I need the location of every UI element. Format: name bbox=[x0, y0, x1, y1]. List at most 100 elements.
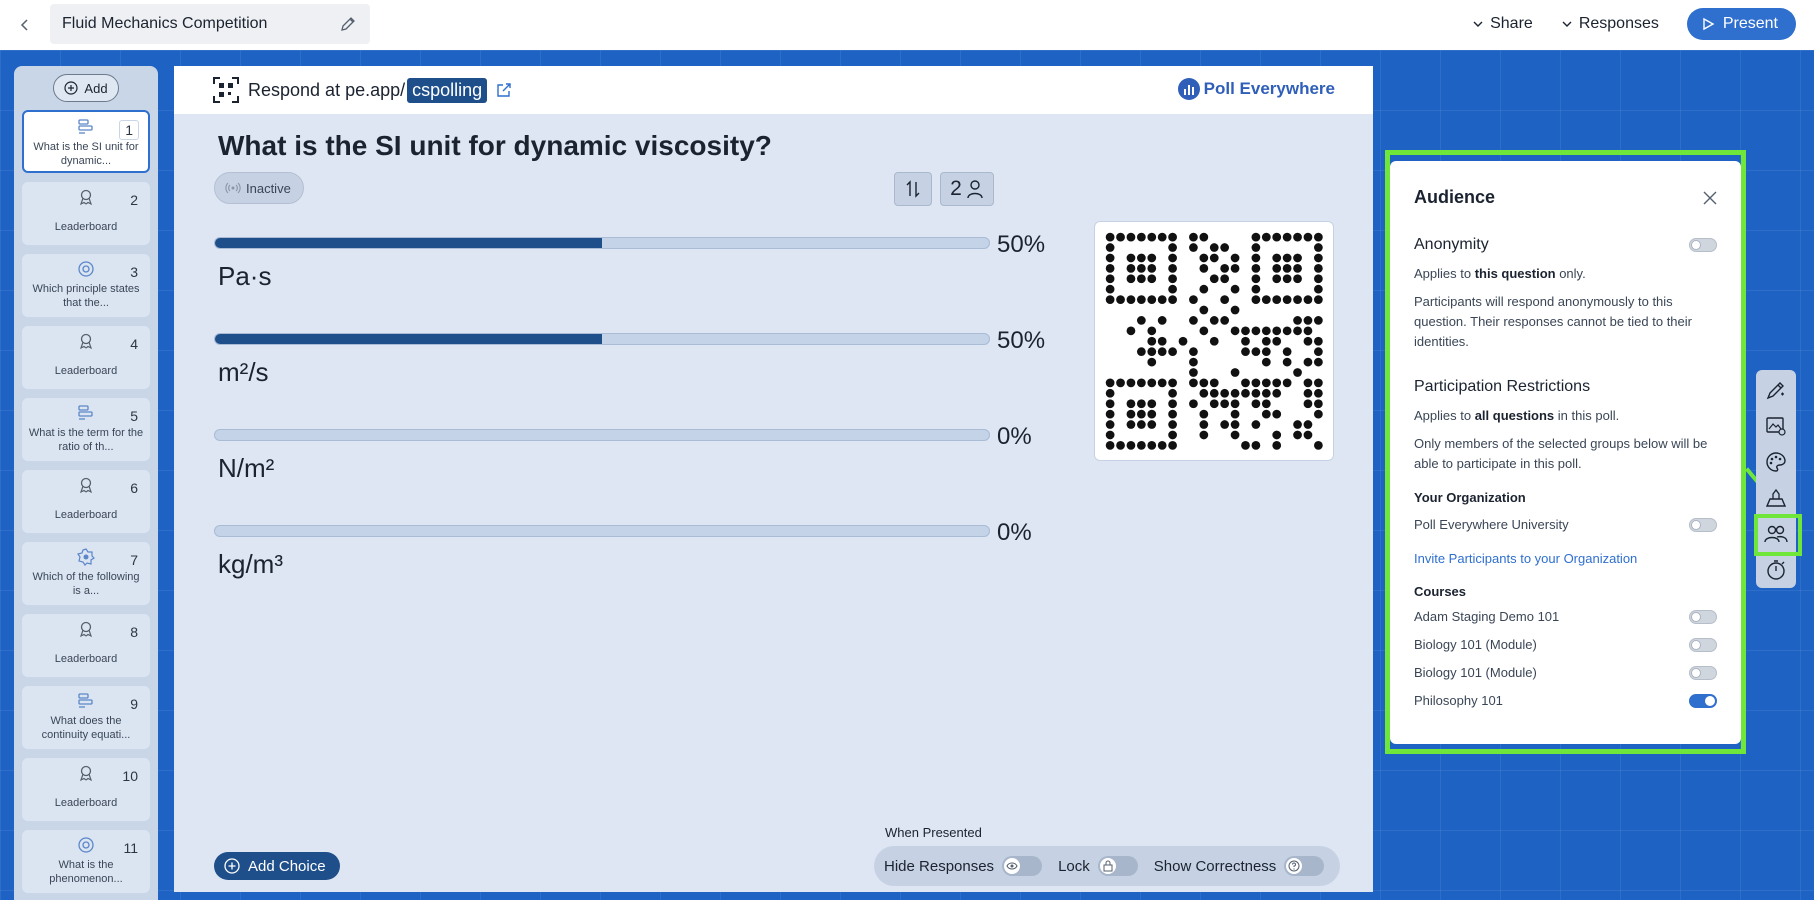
slide-thumbnail-4[interactable]: 4 Leaderboard bbox=[22, 326, 150, 389]
anonymity-title: Anonymity bbox=[1414, 236, 1489, 253]
slide-thumbnail-11[interactable]: 11 What is the phenomenon... bbox=[22, 830, 150, 893]
status-badge[interactable]: Inactive bbox=[214, 172, 304, 204]
restrictions-scope: Applies to all questions in this poll. bbox=[1414, 408, 1620, 423]
choice-row[interactable]: 0% kg/m³ bbox=[214, 519, 1064, 599]
course-row: Adam Staging Demo 101 bbox=[1414, 607, 1717, 627]
add-choice-button[interactable]: Add Choice bbox=[214, 852, 340, 880]
visual-settings-button[interactable] bbox=[1764, 414, 1788, 438]
badge-icon bbox=[77, 548, 95, 566]
sort-arrows-icon bbox=[906, 180, 920, 198]
question-title[interactable]: What is the SI unit for dynamic viscosit… bbox=[218, 130, 772, 162]
slide-number: 3 bbox=[130, 264, 138, 280]
podium-icon bbox=[1765, 488, 1787, 507]
sort-button[interactable] bbox=[894, 172, 932, 206]
courses-title: Courses bbox=[1414, 584, 1467, 599]
your-organization-title: Your Organization bbox=[1414, 490, 1526, 505]
slide-number: 1 bbox=[119, 120, 139, 140]
slide-thumbnail-9[interactable]: 9 What does the continuity equati... bbox=[22, 686, 150, 749]
poll-title: Fluid Mechanics Competition bbox=[62, 15, 268, 32]
course-row: Philosophy 101 bbox=[1414, 691, 1717, 711]
hide-responses-label: Hide Responses bbox=[884, 857, 995, 875]
restrictions-description: Only members of the selected groups belo… bbox=[1414, 436, 1708, 471]
choice-label[interactable]: kg/m³ bbox=[218, 549, 283, 580]
external-link-icon[interactable] bbox=[495, 81, 513, 99]
multiple-choice-icon bbox=[77, 692, 95, 710]
qr-code bbox=[1094, 221, 1334, 461]
lock-label: Lock bbox=[1058, 857, 1090, 875]
course-toggle[interactable] bbox=[1689, 694, 1717, 708]
slide-thumbnail-2[interactable]: 2 Leaderboard bbox=[22, 182, 150, 245]
magic-pen-icon bbox=[1766, 382, 1784, 400]
add-slide-button[interactable]: Add bbox=[53, 74, 119, 102]
respond-at-text: Respond at pe.app/ bbox=[248, 79, 406, 100]
course-row: Biology 101 (Module) bbox=[1414, 663, 1717, 683]
choice-row[interactable]: 50% Pa·s bbox=[214, 231, 1064, 311]
palette-icon bbox=[1766, 452, 1786, 472]
course-name: Philosophy 101 bbox=[1414, 693, 1503, 708]
course-toggle[interactable] bbox=[1689, 638, 1717, 652]
slide-thumbnail-8[interactable]: 8 Leaderboard bbox=[22, 614, 150, 677]
slide-label: Leaderboard bbox=[54, 221, 118, 233]
leaderboard-icon bbox=[77, 620, 95, 638]
slide-thumbnail-7[interactable]: 7 Which of the following is a... bbox=[22, 542, 150, 605]
slide-number: 6 bbox=[130, 480, 138, 496]
slide-label: What does the continuity equati... bbox=[41, 715, 131, 741]
slide-number: 5 bbox=[130, 408, 138, 424]
lock-icon bbox=[1103, 860, 1113, 872]
slide-thumbnail-10[interactable]: 10 Leaderboard bbox=[22, 758, 150, 821]
scoring-button[interactable] bbox=[1764, 486, 1788, 510]
leaderboard-icon bbox=[77, 764, 95, 782]
anonymity-toggle[interactable] bbox=[1689, 238, 1717, 252]
show-correctness-toggle[interactable] bbox=[1284, 856, 1325, 876]
poll-title-field[interactable]: Fluid Mechanics Competition bbox=[50, 4, 370, 44]
play-icon bbox=[1703, 17, 1715, 31]
target-icon bbox=[77, 260, 95, 278]
slide-thumbnail-6[interactable]: 6 Leaderboard bbox=[22, 470, 150, 533]
choice-label[interactable]: N/m² bbox=[218, 453, 274, 484]
present-button[interactable]: Present bbox=[1686, 8, 1796, 40]
choice-row[interactable]: 50% m²/s bbox=[214, 327, 1064, 407]
invite-participants-link[interactable]: Invite Participants to your Organization bbox=[1414, 551, 1717, 566]
slide-thumbnail-1[interactable]: 1 What is the SI unit for dynamic... bbox=[22, 110, 150, 173]
show-correctness-label: Show Correctness bbox=[1153, 857, 1277, 875]
leaderboard-icon bbox=[77, 332, 95, 350]
choice-label[interactable]: m²/s bbox=[218, 357, 269, 388]
participant-count-button[interactable]: 2 bbox=[940, 172, 994, 206]
slide-thumbnail-5[interactable]: 5 What is the term for the ratio of th... bbox=[22, 398, 150, 461]
hide-responses-toggle[interactable] bbox=[1002, 856, 1043, 876]
presentation-options-bar: Hide Responses Lock Show Correctness bbox=[874, 846, 1340, 886]
pencil-icon[interactable] bbox=[338, 14, 358, 34]
qr-code-icon[interactable] bbox=[212, 76, 240, 104]
poll-code: cspolling bbox=[407, 77, 488, 103]
choice-row[interactable]: 0% N/m² bbox=[214, 423, 1064, 503]
course-toggle[interactable] bbox=[1689, 666, 1717, 680]
responses-button[interactable]: Responses bbox=[1561, 15, 1659, 33]
image-settings-icon bbox=[1766, 417, 1786, 436]
slide-thumbnail-3[interactable]: 3 Which principle states that the... bbox=[22, 254, 150, 317]
slide-number: 10 bbox=[122, 768, 138, 784]
timer-button[interactable] bbox=[1764, 558, 1788, 582]
slide-sidebar: Add 1 What is the SI unit for dynamic... 2… bbox=[14, 66, 158, 900]
close-icon[interactable] bbox=[1701, 189, 1719, 207]
slide-label: Leaderboard bbox=[54, 509, 118, 521]
question-circle-icon bbox=[1288, 860, 1300, 872]
course-name: Biology 101 (Module) bbox=[1414, 637, 1537, 652]
logo-mark-icon bbox=[1177, 78, 1200, 100]
course-toggle[interactable] bbox=[1689, 610, 1717, 624]
person-icon bbox=[967, 180, 983, 199]
result-percent: 0% bbox=[997, 519, 1032, 546]
organization-toggle[interactable] bbox=[1689, 518, 1717, 532]
theme-button[interactable] bbox=[1764, 450, 1788, 474]
lock-toggle[interactable] bbox=[1097, 856, 1138, 876]
share-button[interactable]: Share bbox=[1472, 15, 1533, 33]
respond-bar: Respond at pe.app/ cspolling Poll Everyw… bbox=[174, 66, 1373, 114]
back-button[interactable] bbox=[0, 0, 50, 50]
choice-label[interactable]: Pa·s bbox=[218, 261, 271, 292]
slide-canvas: Respond at pe.app/ cspolling Poll Everyw… bbox=[174, 66, 1373, 892]
course-name: Adam Staging Demo 101 bbox=[1414, 609, 1560, 624]
edit-tool-button[interactable] bbox=[1764, 378, 1788, 402]
chevron-down-icon bbox=[1562, 21, 1572, 27]
result-percent: 50% bbox=[997, 327, 1046, 354]
slide-number: 7 bbox=[130, 552, 138, 568]
result-bar bbox=[214, 237, 990, 249]
